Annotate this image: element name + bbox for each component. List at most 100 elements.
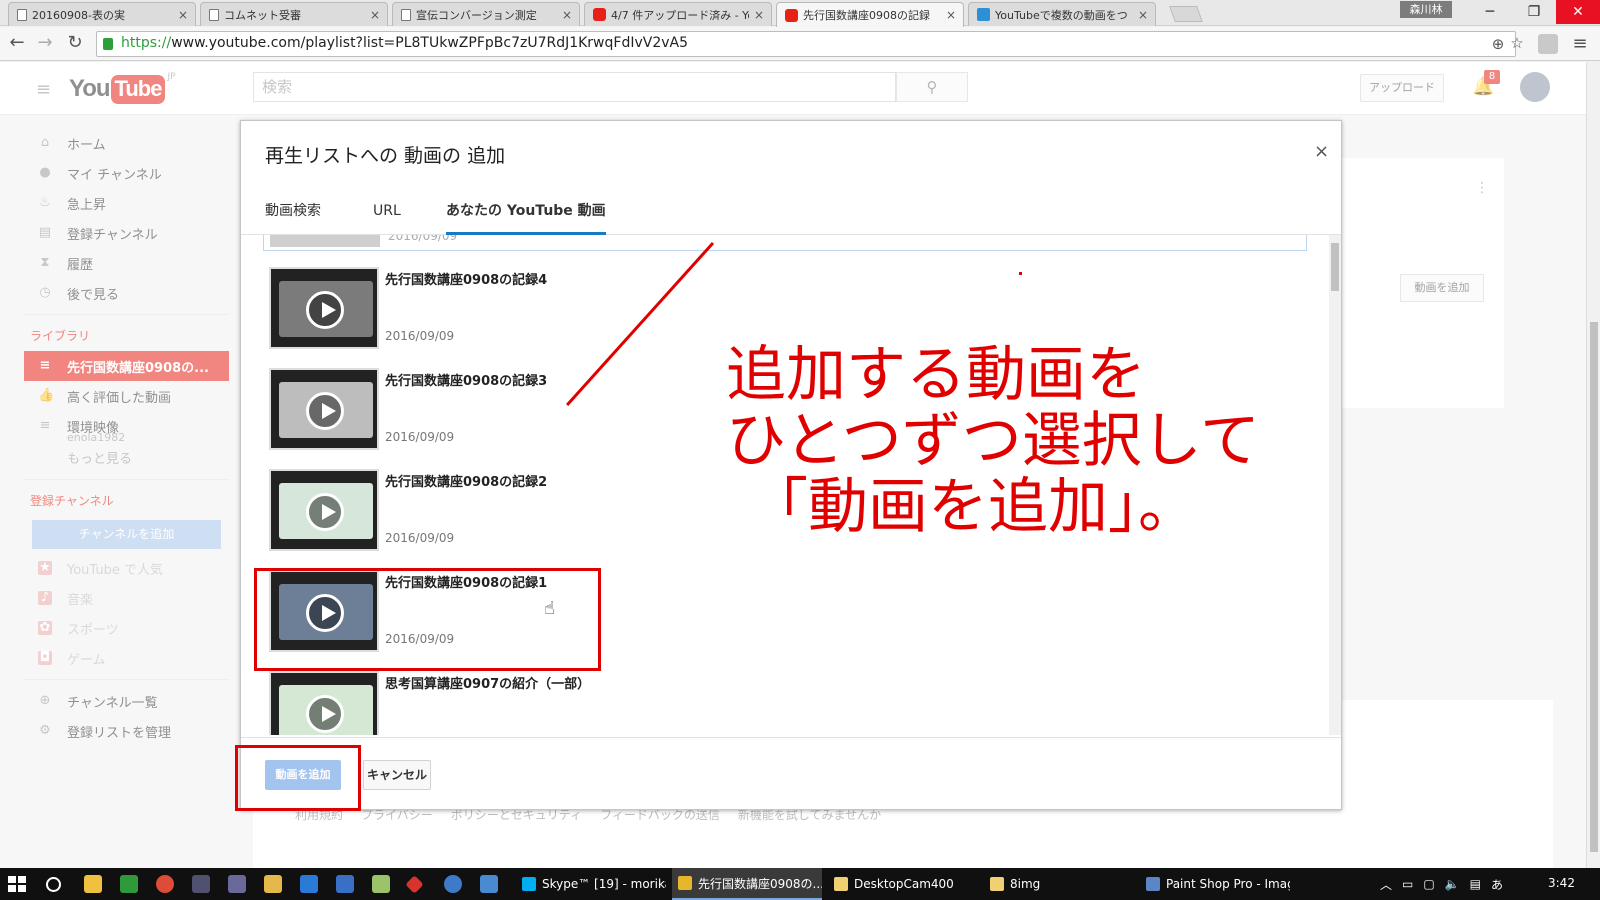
taskbar-pinned-app-icon[interactable] bbox=[84, 875, 102, 893]
close-tab-icon[interactable]: × bbox=[753, 8, 765, 22]
close-tab-icon[interactable]: × bbox=[1137, 8, 1149, 22]
cortana-search-icon[interactable] bbox=[46, 877, 61, 892]
taskbar-app-label: DesktopCam400 bbox=[854, 877, 954, 891]
taskbar-pinned-app-icon[interactable] bbox=[120, 875, 138, 893]
app-icon bbox=[678, 876, 692, 890]
dialog-title: 再生リストへの 動画の 追加 bbox=[265, 145, 506, 167]
annotation-dot bbox=[1019, 272, 1022, 275]
file-explorer-icon[interactable] bbox=[264, 875, 282, 893]
url-text[interactable]: https://www.youtube.com/playlist?list=PL… bbox=[121, 35, 688, 51]
video-thumbnail bbox=[270, 235, 380, 247]
browser-tab[interactable]: 4/7 件アップロード済み - You × bbox=[584, 2, 772, 26]
cancel-button[interactable]: キャンセル bbox=[363, 760, 431, 790]
windows-taskbar: Skype™ [19] - morika... 先行国数講座0908の... Des… bbox=[0, 868, 1600, 900]
taskbar-app-button[interactable]: 先行国数講座0908の... bbox=[672, 868, 822, 900]
browser-tab-label: 先行国数講座0908の記録 bbox=[803, 9, 930, 22]
browser-tab[interactable]: 先行国数講座0908の記録 × bbox=[776, 2, 964, 27]
taskbar-app-button[interactable]: DesktopCam400 bbox=[828, 868, 978, 900]
browser-tab[interactable]: コムネット受審 × bbox=[200, 2, 388, 26]
browser-tab[interactable]: YouTubeで複数の動画をつ × bbox=[968, 2, 1156, 26]
taskbar-app-label: 先行国数講座0908の... bbox=[698, 876, 822, 891]
video-thumbnail bbox=[269, 267, 379, 349]
taskbar-pinned-app-icon[interactable] bbox=[192, 875, 210, 893]
play-icon bbox=[306, 291, 344, 329]
taskbar-pinned-app-icon[interactable] bbox=[228, 875, 246, 893]
ime-indicator[interactable]: あ bbox=[1491, 876, 1503, 893]
taskbar-pinned-app-icon[interactable] bbox=[372, 875, 390, 893]
taskbar-app-label: 8img bbox=[1010, 877, 1041, 891]
play-icon bbox=[306, 493, 344, 531]
play-icon bbox=[306, 695, 344, 733]
browser-tab[interactable]: 宣伝コンバージョン測定 × bbox=[392, 2, 580, 26]
rss-extension-icon[interactable] bbox=[1538, 34, 1558, 54]
close-tab-icon[interactable]: × bbox=[369, 8, 381, 22]
tab-your-youtube-videos[interactable]: あなたの YouTube 動画 bbox=[446, 191, 606, 235]
dialog-footer: 動画を追加 キャンセル bbox=[241, 737, 1341, 809]
taskbar-app-label: Paint Shop Pro - Imag... bbox=[1166, 877, 1290, 891]
video-title: 先行国数講座0908の記録3 bbox=[385, 374, 548, 389]
video-date: 2016/09/09 bbox=[388, 235, 458, 243]
video-title: 先行国数講座0908の記録4 bbox=[385, 273, 548, 288]
app-icon bbox=[522, 877, 536, 891]
taskbar-app-button[interactable]: 8img bbox=[984, 868, 1134, 900]
minimize-button[interactable]: ─ bbox=[1468, 0, 1512, 24]
taskbar-pinned-app-icon[interactable] bbox=[405, 875, 424, 894]
chevron-up-icon[interactable]: ︿ bbox=[1380, 876, 1392, 893]
taskbar-pinned-app-icon[interactable] bbox=[336, 875, 354, 893]
close-icon[interactable]: × bbox=[1314, 141, 1329, 162]
bookmark-star-icon[interactable]: ☆ bbox=[1508, 34, 1526, 52]
document-icon bbox=[17, 8, 27, 21]
chrome-icon[interactable] bbox=[156, 875, 174, 893]
list-item[interactable]: 2016/09/09 bbox=[263, 235, 1307, 251]
taskbar-app-label: Skype™ [19] - morika... bbox=[542, 877, 666, 891]
browser-user-badge[interactable]: 森川林 bbox=[1400, 1, 1452, 18]
browser-tab[interactable]: 20160908-表の実 × bbox=[8, 2, 196, 26]
scrollbar-thumb[interactable] bbox=[1331, 243, 1339, 291]
clock[interactable]: 3:42 bbox=[1548, 876, 1575, 890]
youtube-favicon-icon bbox=[593, 8, 606, 21]
forward-icon[interactable]: → bbox=[34, 32, 56, 54]
tab-url[interactable]: URL bbox=[373, 191, 401, 235]
browser-tab-strip: 20160908-表の実 × コムネット受審 × 宣伝コンバージョン測定 × 4/7 件アッ… bbox=[0, 0, 1600, 27]
action-center-icon[interactable]: ▤ bbox=[1470, 877, 1481, 891]
app-icon bbox=[990, 877, 1004, 891]
browser-tab-label: YouTubeで複数の動画をつ bbox=[995, 8, 1128, 22]
new-tab-button[interactable] bbox=[1169, 6, 1203, 22]
browser-tab-label: コムネット受審 bbox=[224, 8, 301, 22]
back-icon[interactable]: ← bbox=[6, 32, 28, 54]
browser-menu-icon[interactable]: ≡ bbox=[1570, 34, 1590, 54]
network-icon[interactable]: ▢ bbox=[1423, 877, 1434, 891]
close-tab-icon[interactable]: × bbox=[561, 8, 573, 22]
browser-tab-label: 20160908-表の実 bbox=[32, 8, 125, 22]
taskbar-pinned-app-icon[interactable] bbox=[480, 875, 498, 893]
list-item[interactable]: 思考国算講座0907の紹介（一部） bbox=[269, 671, 1309, 735]
taskbar-app-button[interactable]: Paint Shop Pro - Imag... bbox=[1140, 868, 1290, 900]
hand-cursor-icon: ☝ bbox=[544, 598, 555, 619]
annotation-highlight-video bbox=[254, 568, 601, 671]
volume-icon[interactable]: 🔈 bbox=[1445, 877, 1460, 891]
app-icon bbox=[834, 877, 848, 891]
battery-icon[interactable]: ▭ bbox=[1402, 877, 1413, 891]
dialog-tabs: 動画検索 URL あなたの YouTube 動画 bbox=[241, 191, 1341, 235]
lock-icon bbox=[103, 38, 113, 50]
windows-start-icon[interactable] bbox=[8, 876, 26, 892]
close-tab-icon[interactable]: × bbox=[177, 8, 189, 22]
taskbar-pinned-app-icon[interactable] bbox=[444, 875, 462, 893]
annotation-line-3: 「動画を追加」。 bbox=[748, 472, 1198, 542]
edge-browser-icon[interactable] bbox=[300, 875, 318, 893]
taskbar-app-button[interactable]: Skype™ [19] - morika... bbox=[516, 868, 666, 900]
page-scrollbar-thumb[interactable] bbox=[1590, 322, 1598, 852]
list-scrollbar[interactable] bbox=[1329, 235, 1341, 735]
site-favicon-icon bbox=[977, 8, 990, 21]
window-close-button[interactable]: ✕ bbox=[1556, 0, 1600, 24]
video-date: 2016/09/09 bbox=[385, 430, 455, 444]
reload-icon[interactable]: ↻ bbox=[64, 32, 86, 54]
browser-tab-label: 宣伝コンバージョン測定 bbox=[416, 8, 537, 22]
tab-video-search[interactable]: 動画検索 bbox=[265, 191, 321, 235]
address-bar[interactable]: https://www.youtube.com/playlist?list=PL… bbox=[96, 31, 1516, 57]
video-thumbnail bbox=[269, 469, 379, 551]
page-scrollbar[interactable] bbox=[1586, 62, 1600, 868]
restore-button[interactable]: ❐ bbox=[1512, 0, 1556, 24]
close-tab-icon[interactable]: × bbox=[945, 8, 957, 22]
document-icon bbox=[209, 8, 219, 21]
